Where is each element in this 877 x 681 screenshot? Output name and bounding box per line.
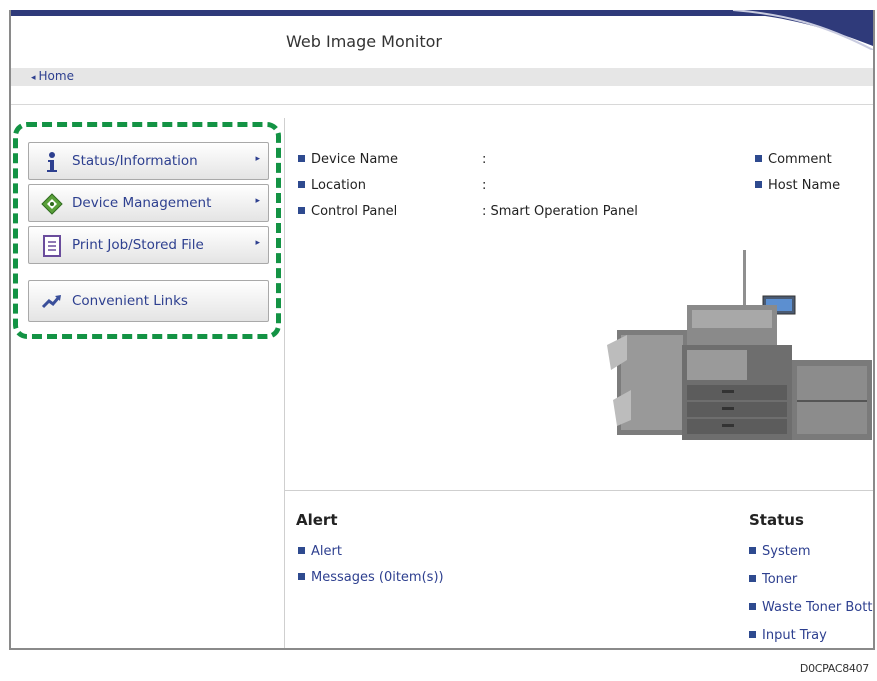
bullet-square-icon xyxy=(298,155,305,162)
bullet-square-icon xyxy=(749,631,756,638)
input-tray-status-label: Input Tray xyxy=(762,628,827,643)
system-status-label: System xyxy=(762,544,811,559)
host-name-label: Host Name xyxy=(768,178,841,193)
comment-row: Comment xyxy=(755,152,832,167)
host-name-row: Host Name xyxy=(755,178,840,193)
bullet-square-icon xyxy=(749,575,756,582)
content-divider xyxy=(285,490,873,491)
figure-code: D0CPAC8407 xyxy=(799,662,869,675)
home-link-label: Home xyxy=(38,69,74,83)
bullet-square-icon xyxy=(755,155,762,162)
menu-item-device-management[interactable]: Device Management ▸ xyxy=(28,184,269,222)
bullet-square-icon xyxy=(298,573,305,580)
comment-label: Comment xyxy=(768,152,832,167)
browser-frame: Web Image Monitor ◂ Home Status/Informati… xyxy=(9,10,875,650)
chevron-right-icon: ▸ xyxy=(255,238,260,248)
menu-item-label: Print Job/Stored File xyxy=(72,237,204,253)
alert-link-label: Alert xyxy=(311,544,342,559)
toner-status-link[interactable]: Toner xyxy=(749,572,797,587)
menu-item-label: Device Management xyxy=(72,195,212,211)
home-link[interactable]: ◂ Home xyxy=(31,69,74,83)
bullet-square-icon xyxy=(298,547,305,554)
status-links: System Toner Waste Toner Bottle Input Tr… xyxy=(749,543,875,648)
system-status-link[interactable]: System xyxy=(749,544,810,559)
messages-link-label: Messages (0item(s)) xyxy=(311,570,444,585)
input-tray-status-link[interactable]: Input Tray xyxy=(749,628,827,643)
device-management-icon xyxy=(41,193,63,215)
header-divider xyxy=(11,104,873,105)
bullet-square-icon xyxy=(749,547,756,554)
header-swoosh xyxy=(693,10,873,50)
chevron-right-icon: ▸ xyxy=(255,154,260,164)
bullet-square-icon xyxy=(298,207,305,214)
control-panel-label: Control Panel xyxy=(311,204,398,219)
chevron-right-icon: ▸ xyxy=(255,196,260,206)
menu-item-label: Status/Information xyxy=(72,153,198,169)
printer-image xyxy=(607,250,872,440)
menu-item-status-information[interactable]: Status/Information ▸ xyxy=(28,142,269,180)
alert-link[interactable]: Alert xyxy=(298,544,342,559)
device-name-value: : xyxy=(482,152,487,167)
chevron-left-icon: ◂ xyxy=(31,73,36,83)
bullet-square-icon xyxy=(298,181,305,188)
alert-section-title: Alert xyxy=(296,511,338,529)
menu-item-label: Convenient Links xyxy=(72,293,188,309)
menu-item-convenient-links[interactable]: Convenient Links xyxy=(28,280,269,322)
waste-toner-status-label: Waste Toner Bottle xyxy=(762,600,875,615)
location-row: Location xyxy=(298,178,366,193)
control-panel-row: Control Panel xyxy=(298,204,397,219)
waste-toner-status-link[interactable]: Waste Toner Bottle xyxy=(749,600,875,615)
location-label: Location xyxy=(311,178,366,193)
info-icon xyxy=(47,152,57,172)
menu-item-print-job-stored-file[interactable]: Print Job/Stored File ▸ xyxy=(28,226,269,264)
location-value: : xyxy=(482,178,487,193)
device-name-row: Device Name xyxy=(298,152,398,167)
bullet-square-icon xyxy=(749,603,756,610)
control-panel-value: : Smart Operation Panel xyxy=(482,204,638,219)
sidebar-divider xyxy=(284,118,285,648)
document-icon xyxy=(43,235,61,257)
device-name-label: Device Name xyxy=(311,152,398,167)
status-section-title: Status xyxy=(749,511,804,529)
bullet-square-icon xyxy=(755,181,762,188)
toner-status-label: Toner xyxy=(762,572,798,587)
link-arrow-icon xyxy=(41,295,61,309)
breadcrumb: ◂ Home xyxy=(11,68,873,86)
app-title: Web Image Monitor xyxy=(286,32,442,51)
messages-link[interactable]: Messages (0item(s)) xyxy=(298,570,444,585)
